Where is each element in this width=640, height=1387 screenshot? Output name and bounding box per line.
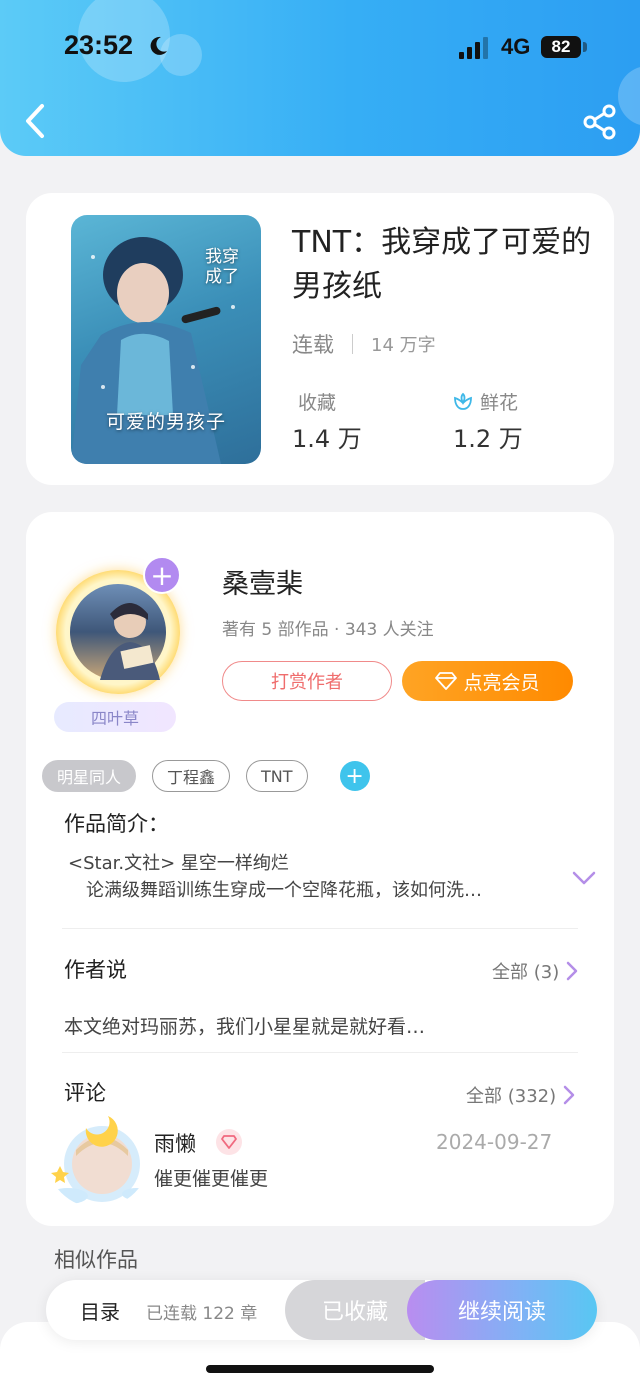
tip-author-button[interactable]: 打赏作者 xyxy=(222,661,392,701)
intro-title: 作品简介： xyxy=(64,812,169,836)
book-title: TNT：我穿成了可爱的男孩纸 xyxy=(292,225,592,304)
book-meta: 连载 14 万字 xyxy=(292,329,436,359)
battery-cap xyxy=(583,42,587,52)
network-label: 4G xyxy=(501,34,531,59)
author-meta: 著有 5 部作品 · 343 人关注 xyxy=(222,620,434,640)
collect-value: 1.4 万 xyxy=(292,425,362,453)
flower-stat[interactable]: 鲜花 xyxy=(452,388,518,415)
share-icon[interactable] xyxy=(582,104,618,140)
top-header: 23:52 4G 82 xyxy=(0,0,640,156)
snow-dot xyxy=(231,305,235,309)
book-info-card: 我穿成了 可爱的男孩子 TNT：我穿成了可爱的男孩纸 连载 14 万字 收藏 1… xyxy=(26,193,614,485)
moon-icon xyxy=(150,36,167,55)
comment-text: 催更催更催更 xyxy=(154,1168,269,1190)
tag-list: 明星同人 丁程鑫 TNT + xyxy=(42,760,370,792)
snow-dot xyxy=(91,255,95,259)
detail-card: + 四叶草 桑壹棐 著有 5 部作品 · 343 人关注 打赏作者 点亮会员 明… xyxy=(26,512,614,1226)
diamond-icon xyxy=(435,672,458,690)
flower-value: 1.2 万 xyxy=(453,425,523,453)
intro-line-2: 论满级舞蹈训练生穿成一个空降花瓶，该如何洗… xyxy=(86,880,482,901)
battery-indicator: 82 xyxy=(541,36,581,58)
add-tag-button[interactable]: + xyxy=(339,761,370,791)
intro-line-1: <Star.文社> 星空一样绚烂 xyxy=(68,853,289,874)
fan-badge: 四叶草 xyxy=(54,702,176,732)
tag-item[interactable]: TNT xyxy=(246,760,308,792)
diamond-icon xyxy=(221,1135,237,1149)
chapter-count: 已连载 122 章 xyxy=(146,1304,258,1324)
cover-title: 可爱的男孩子 xyxy=(105,411,226,433)
follow-author-button[interactable]: + xyxy=(143,556,181,594)
author-say-all-label: 全部 (3) xyxy=(492,962,560,983)
comments-all-link[interactable]: 全部 (332) xyxy=(466,1082,576,1108)
comments-title: 评论 xyxy=(64,1081,106,1105)
expand-intro-icon[interactable] xyxy=(572,870,596,886)
tag-item[interactable]: 丁程鑫 xyxy=(152,760,231,792)
flower-label: 鲜花 xyxy=(480,392,519,414)
home-indicator xyxy=(206,1365,434,1373)
snow-dot xyxy=(191,365,195,369)
decor-bubble xyxy=(618,66,640,126)
section-divider xyxy=(62,1052,578,1053)
author-name[interactable]: 桑壹棐 xyxy=(222,562,303,601)
toc-button[interactable]: 目录 xyxy=(80,1296,120,1325)
continue-reading-button[interactable]: 继续阅读 xyxy=(407,1280,597,1340)
back-button[interactable] xyxy=(20,102,50,140)
comments-all-label: 全部 (332) xyxy=(466,1086,557,1107)
commenter-avatar[interactable] xyxy=(46,1104,150,1208)
section-divider xyxy=(62,928,578,929)
similar-works-title: 相似作品 xyxy=(54,1248,138,1272)
commenter-name[interactable]: 雨懒 xyxy=(154,1128,196,1158)
book-cover[interactable]: 我穿成了 可爱的男孩子 xyxy=(71,215,261,464)
snow-dot xyxy=(101,385,105,389)
author-say-title: 作者说 xyxy=(64,958,127,982)
cover-vertical-title: 我穿成了 xyxy=(205,247,239,287)
vip-button[interactable]: 点亮会员 xyxy=(402,661,573,701)
collect-label: 收藏 xyxy=(298,392,337,414)
signal-icon xyxy=(459,37,488,59)
chevron-right-icon xyxy=(563,1085,575,1105)
collected-button[interactable]: 已收藏 xyxy=(285,1280,425,1340)
status-time: 23:52 xyxy=(64,30,134,60)
chevron-right-icon xyxy=(566,961,578,981)
flower-icon xyxy=(454,392,472,410)
serial-status: 连载 xyxy=(292,333,334,357)
comment-date: 2024-09-27 xyxy=(436,1130,553,1154)
vip-button-label: 点亮会员 xyxy=(463,671,540,694)
author-say-all-link[interactable]: 全部 (3) xyxy=(492,958,579,984)
avatar-image xyxy=(70,584,166,680)
avatar-illustration xyxy=(100,603,160,680)
vip-diamond-icon xyxy=(216,1129,242,1155)
author-say-text: 本文绝对玛丽苏，我们小星星就是就好看… xyxy=(64,1016,426,1038)
tag-item[interactable]: 明星同人 xyxy=(42,760,137,792)
word-count: 14 万字 xyxy=(371,335,436,356)
bottom-action-bar: 目录 已连载 122 章 已收藏 继续阅读 xyxy=(46,1280,597,1340)
meta-divider xyxy=(352,334,353,354)
